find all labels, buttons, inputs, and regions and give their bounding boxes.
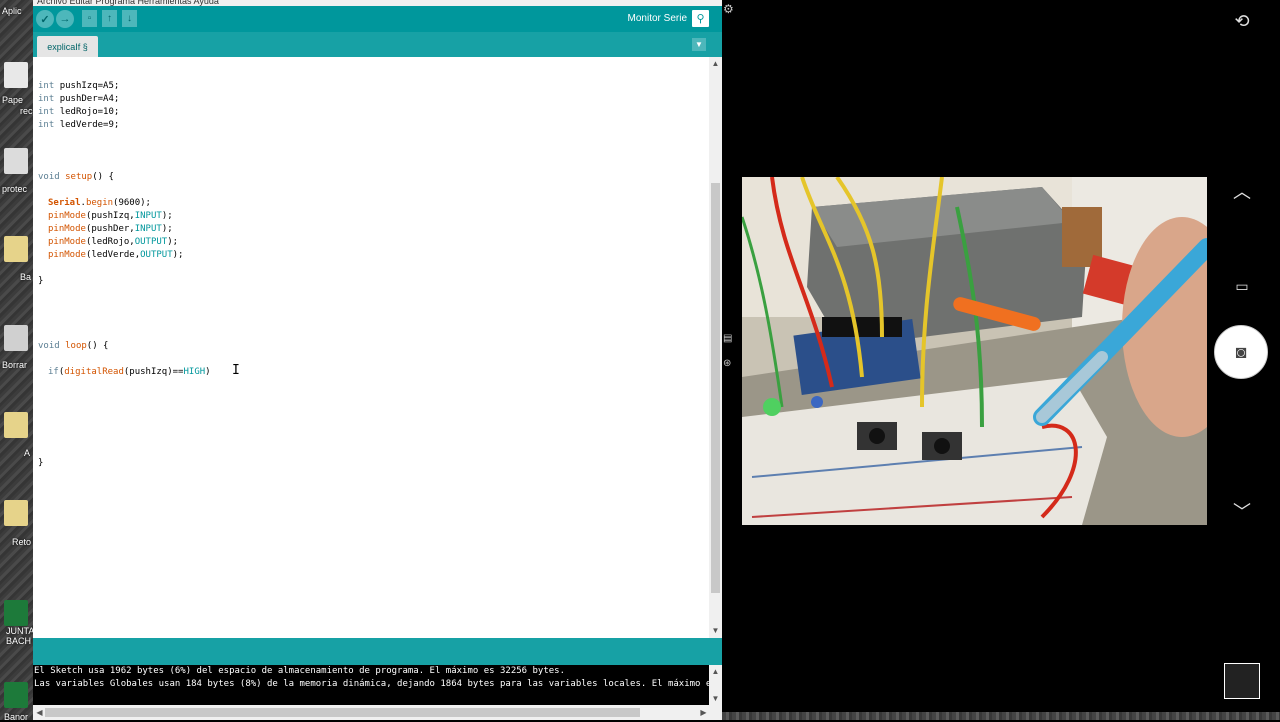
desktop-label: Aplic: [2, 6, 22, 16]
code-line: int pushIzq=A5;: [38, 81, 120, 91]
desktop-folder-icon[interactable]: [4, 500, 28, 526]
gear-icon: ⚙: [723, 2, 734, 16]
horizontal-scrollbar[interactable]: ◀ ▶: [33, 705, 722, 720]
magnifier-icon[interactable]: ⚲: [692, 10, 709, 27]
code-line: void loop() {: [38, 341, 109, 351]
right-arrow-icon[interactable]: →: [56, 10, 74, 28]
code-line: int ledVerde=9;: [38, 120, 120, 130]
scroll-down-icon[interactable]: ▼: [709, 693, 722, 704]
desktop-file-icon[interactable]: [4, 62, 28, 88]
camera-icon: ◙: [1235, 341, 1247, 362]
desktop-label: JUNTA: [6, 626, 35, 636]
scroll-up-icon[interactable]: ▲: [709, 58, 722, 69]
desktop-label: Ba: [20, 272, 32, 282]
code-line: pinMode(pushDer,INPUT);: [48, 224, 173, 234]
code-line: pinMode(pushIzq,INPUT);: [48, 211, 173, 221]
vertical-scrollbar[interactable]: ▲ ▼: [709, 57, 722, 638]
spreadsheet-icon[interactable]: [4, 600, 28, 626]
shutter-button[interactable]: ◙: [1214, 325, 1268, 379]
console-line: El Sketch usa 1962 bytes (6%) del espaci…: [34, 666, 566, 676]
code-line: int pushDer=A4;: [38, 94, 120, 104]
code-line: void setup() {: [38, 172, 114, 182]
desktop-file-icon[interactable]: [4, 148, 28, 174]
camera-preview-image: [742, 177, 1207, 525]
camera-app: ⚙ ▤ ⊛: [722, 0, 1212, 720]
text-cursor-icon: I: [232, 363, 240, 378]
chevron-up-icon[interactable]: ︿: [1230, 180, 1254, 202]
serial-monitor-label[interactable]: Monitor Serie: [628, 13, 687, 24]
check-icon[interactable]: ✓: [36, 10, 54, 28]
code-line: int ledRojo=10;: [38, 107, 120, 117]
code-editor[interactable]: int pushIzq=A5; int pushDer=A4; int ledR…: [33, 57, 709, 638]
desktop-label: Reto: [12, 537, 32, 547]
code-line: Serial.begin(9600);: [48, 198, 151, 208]
desktop-label: A: [24, 448, 31, 458]
scroll-thumb[interactable]: [711, 183, 720, 593]
scroll-down-icon[interactable]: ▼: [709, 625, 722, 636]
arduino-ide-window: Archivo Editar Programa Herramientas Ayu…: [33, 0, 722, 720]
up-arrow-icon[interactable]: ↑: [102, 10, 117, 27]
tab-bar: explicaIf § ▼: [33, 32, 722, 57]
camera-controls: ⟲ ︿ ▭ ◙ ﹀: [1212, 0, 1280, 720]
desktop-background: [722, 712, 1280, 720]
video-icon[interactable]: ▭: [1230, 275, 1254, 297]
code-line: if(digitalRead(pushIzq)==HIGH): [48, 367, 211, 377]
desktop-label: Pape: [2, 95, 24, 105]
tab-menu-icon[interactable]: ▼: [692, 38, 706, 51]
desktop-label: protec: [2, 184, 28, 194]
desktop-file-icon[interactable]: [4, 325, 28, 351]
code-text: pushDer=A4;: [59, 94, 120, 104]
console-line: Las variables Globales usan 184 bytes (8…: [34, 679, 709, 689]
console-scrollbar[interactable]: ▲ ▼: [709, 665, 722, 705]
code-line: }: [38, 458, 44, 468]
new-file-icon[interactable]: ▫: [82, 10, 97, 27]
gallery-thumbnail[interactable]: [1224, 663, 1260, 699]
code-text: ledRojo=10;: [59, 107, 120, 117]
desktop-label: Borrar: [2, 360, 28, 370]
code-text: ledVerde=9;: [59, 120, 120, 130]
camera-settings-icon[interactable]: ⟲: [1230, 10, 1254, 32]
scroll-up-icon[interactable]: ▲: [709, 666, 722, 677]
desktop-label: BACH: [6, 636, 32, 646]
toolbar: ✓ → ▫ ↑ ↓ Monitor Serie ⚲: [33, 6, 722, 32]
chevron-down-icon[interactable]: ﹀: [1230, 500, 1254, 522]
scroll-thumb[interactable]: [45, 708, 640, 717]
console-output: El Sketch usa 1962 bytes (6%) del espaci…: [33, 665, 709, 705]
code-text: pushIzq=A5;: [59, 81, 120, 91]
tab-sketch[interactable]: explicaIf §: [37, 36, 98, 57]
desktop-label: Banor: [4, 712, 29, 722]
desktop-background: Aplic Pape rec protec Ba Borrar A Reto J…: [0, 0, 35, 722]
code-line: pinMode(ledRojo,OUTPUT);: [48, 237, 179, 247]
excel-icon[interactable]: [4, 682, 28, 708]
code-line: }: [38, 276, 44, 286]
window-glyph-icon: ▤: [723, 333, 733, 344]
scroll-right-icon[interactable]: ▶: [697, 707, 710, 718]
desktop-folder-icon[interactable]: [4, 236, 28, 262]
camera-preview: [742, 177, 1207, 525]
window-glyph-icon: ⊛: [723, 358, 732, 369]
desktop-folder-icon[interactable]: [4, 412, 28, 438]
status-bar: [33, 638, 722, 665]
desktop-label: rec: [20, 106, 33, 116]
code-line: pinMode(ledVerde,OUTPUT);: [48, 250, 184, 260]
down-arrow-icon[interactable]: ↓: [122, 10, 137, 27]
